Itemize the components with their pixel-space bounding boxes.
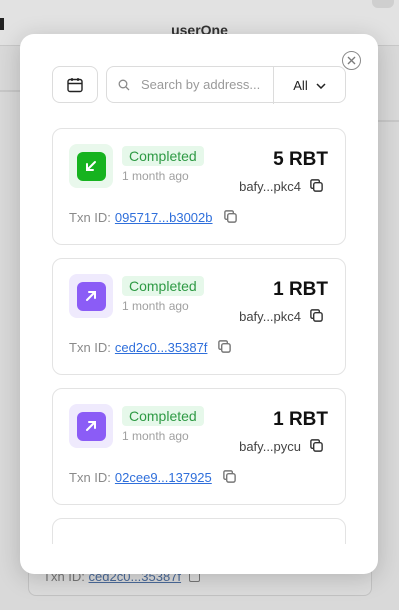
- copy-icon[interactable]: [309, 308, 325, 324]
- txn-id-row: Txn ID: ced2c0...35387f: [69, 339, 233, 355]
- arrow-up-right-icon: [76, 281, 106, 311]
- transaction-card[interactable]: Completed 1 month ago 1 RBT bafy...pkc4 …: [52, 258, 346, 375]
- chevron-down-icon: [316, 82, 326, 89]
- search-icon: [107, 79, 141, 91]
- calendar-icon: [67, 77, 83, 92]
- copy-icon[interactable]: [309, 438, 325, 454]
- address: bafy...pycu: [239, 438, 325, 454]
- txn-id-link[interactable]: 02cee9...137925: [115, 470, 212, 485]
- transaction-list: Completed 1 month ago 5 RBT bafy...pkc4 …: [52, 128, 346, 544]
- copy-icon[interactable]: [222, 469, 238, 485]
- copy-icon[interactable]: [309, 178, 325, 194]
- txn-id-link[interactable]: 095717...b3002b: [115, 210, 213, 225]
- filter-toolbar: All: [52, 66, 346, 104]
- time-ago: 1 month ago: [122, 169, 189, 183]
- status-filter-select[interactable]: All: [273, 67, 345, 104]
- amount: 5 RBT: [273, 149, 328, 170]
- status-badge: Completed: [122, 146, 204, 166]
- direction-icon-wrap: [69, 404, 113, 448]
- copy-icon[interactable]: [223, 209, 239, 225]
- status-badge: Completed: [122, 406, 204, 426]
- txn-id-link[interactable]: ced2c0...35387f: [115, 340, 208, 355]
- copy-icon[interactable]: [217, 339, 233, 355]
- filter-value: All: [293, 78, 308, 93]
- date-filter-button[interactable]: [52, 66, 98, 103]
- direction-icon-wrap: [69, 144, 113, 188]
- txn-id-row: Txn ID: 02cee9...137925: [69, 469, 238, 485]
- arrow-up-right-icon: [76, 411, 106, 441]
- amount: 1 RBT: [273, 279, 328, 300]
- transaction-card[interactable]: Completed 1 month ago 1 RBT bafy...pycu …: [52, 388, 346, 505]
- status-badge: Completed: [122, 276, 204, 296]
- transaction-card[interactable]: Completed 1 month ago 5 RBT bafy...pkc4 …: [52, 128, 346, 245]
- address: bafy...pkc4: [239, 178, 325, 194]
- address: bafy...pkc4: [239, 308, 325, 324]
- search-box: All: [106, 66, 346, 104]
- time-ago: 1 month ago: [122, 429, 189, 443]
- transaction-card-partial[interactable]: [52, 518, 346, 544]
- amount: 1 RBT: [273, 409, 328, 430]
- search-input[interactable]: [141, 77, 269, 92]
- txn-id-row: Txn ID: 095717...b3002b: [69, 209, 239, 225]
- time-ago: 1 month ago: [122, 299, 189, 313]
- direction-icon-wrap: [69, 274, 113, 318]
- arrow-down-left-icon: [76, 151, 106, 181]
- close-icon: [347, 56, 356, 65]
- background-tab: [372, 0, 394, 8]
- background-edge: [0, 18, 4, 30]
- background-divider: [0, 90, 20, 92]
